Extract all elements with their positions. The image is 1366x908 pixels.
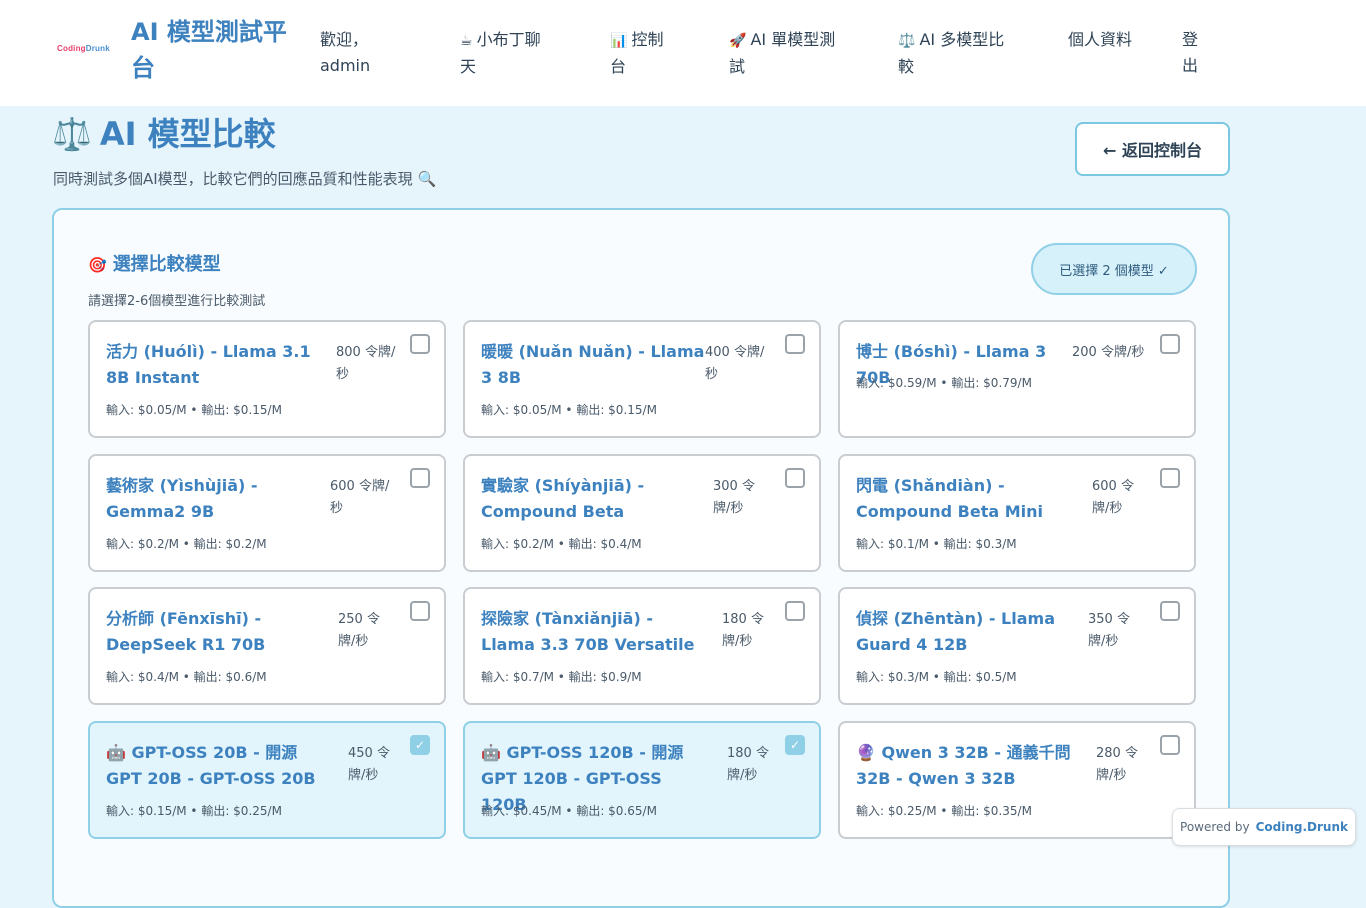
model-price: 輸入: $0.4/M • 輸出: $0.6/M	[106, 670, 267, 684]
powered-by-brand: Coding.Drunk	[1255, 820, 1348, 834]
model-price: 輸入: $0.25/M • 輸出: $0.35/M	[856, 804, 1032, 818]
target-icon: 🎯	[88, 256, 107, 274]
model-name: 探險家 (Tànxiǎnjiā) - Llama 3.3 70B Versati…	[481, 609, 695, 654]
model-price: 輸入: $0.2/M • 輸出: $0.4/M	[481, 537, 642, 551]
checkmark-icon: ✓	[414, 738, 426, 752]
model-speed: 800 令牌/秒	[336, 345, 396, 382]
rocket-icon: 🚀	[729, 33, 747, 49]
model-checkbox-checked[interactable]: ✓	[410, 735, 430, 755]
model-checkbox[interactable]	[1160, 334, 1180, 354]
model-checkbox[interactable]	[785, 334, 805, 354]
model-price: 輸入: $0.1/M • 輸出: $0.3/M	[856, 537, 1017, 551]
nav-chat[interactable]: ☕ 小布丁聊天	[460, 27, 556, 80]
model-name: 偵探 (Zhēntàn) - Llama Guard 4 12B	[856, 609, 1055, 654]
nav-profile[interactable]: 個人資料	[1068, 27, 1136, 53]
model-name: 活力 (Huólì) - Llama 3.1 8B Instant	[106, 342, 311, 387]
model-price: 輸入: $0.7/M • 輸出: $0.9/M	[481, 670, 642, 684]
model-name: 暖暖 (Nuǎn Nuǎn) - Llama 3 8B	[481, 342, 705, 387]
page-title: ⚖️ AI 模型比較	[52, 112, 276, 156]
model-checkbox[interactable]	[785, 468, 805, 488]
checkmark-icon: ✓	[789, 738, 801, 752]
nav-logout[interactable]: 登出	[1182, 27, 1204, 79]
model-name: 分析師 (Fēnxīshī) - DeepSeek R1 70B	[106, 609, 266, 654]
model-card[interactable]: 活力 (Huólì) - Llama 3.1 8B Instant 800 令牌…	[88, 320, 446, 438]
model-checkbox[interactable]	[410, 468, 430, 488]
powered-by-label: Powered by	[1180, 820, 1250, 834]
model-card[interactable]: 閃電 (Shǎndiàn) - Compound Beta Mini 600 令…	[838, 454, 1196, 572]
model-checkbox[interactable]	[1160, 601, 1180, 621]
model-speed: 400 令牌/秒	[705, 345, 765, 382]
model-speed: 180 令牌/秒	[722, 612, 764, 649]
logo[interactable]: CodingDrunk	[57, 44, 110, 53]
nav-single-model[interactable]: 🚀 AI 單模型測試	[729, 27, 847, 80]
chart-icon: 📊	[610, 33, 628, 49]
model-checkbox[interactable]	[1160, 468, 1180, 488]
nav-multi-model[interactable]: ⚖️ AI 多模型比較	[898, 27, 1016, 80]
nav-welcome-label: 歡迎，admin	[320, 30, 371, 75]
model-checkbox[interactable]	[785, 601, 805, 621]
model-card[interactable]: 🤖 GPT-OSS 20B - 開源 GPT 20B - GPT-OSS 20B…	[88, 721, 446, 839]
model-speed: 600 令牌/秒	[1092, 479, 1134, 516]
model-price: 輸入: $0.15/M • 輸出: $0.25/M	[106, 804, 282, 818]
logo-text-drunk: Drunk	[85, 44, 110, 53]
powered-by-badge[interactable]: Powered by Coding.Drunk	[1172, 808, 1356, 846]
model-checkbox[interactable]	[1160, 735, 1180, 755]
model-speed: 280 令牌/秒	[1096, 746, 1138, 783]
model-price: 輸入: $0.2/M • 輸出: $0.2/M	[106, 537, 267, 551]
section-description: 請選擇2-6個模型進行比較測試	[88, 294, 266, 309]
model-card[interactable]: 🔮 Qwen 3 32B - 通義千問 32B - Qwen 3 32B 280…	[838, 721, 1196, 839]
model-name: 🔮 Qwen 3 32B - 通義千問 32B - Qwen 3 32B	[856, 743, 1071, 788]
model-checkbox[interactable]	[410, 601, 430, 621]
nav-welcome: 歡迎，admin	[320, 27, 380, 79]
model-speed: 200 令牌/秒	[1072, 345, 1145, 360]
model-speed: 300 令牌/秒	[713, 479, 755, 516]
selected-count-badge: 已選擇 2 個模型 ✓	[1031, 243, 1197, 295]
model-card[interactable]: 分析師 (Fēnxīshī) - DeepSeek R1 70B 250 令牌/…	[88, 587, 446, 705]
page-title-text: AI 模型比較	[99, 115, 276, 153]
model-name: 實驗家 (Shíyànjiā) - Compound Beta	[481, 476, 645, 521]
model-speed: 180 令牌/秒	[727, 746, 769, 783]
nav-profile-label: 個人資料	[1068, 30, 1133, 49]
model-name: 🤖 GPT-OSS 20B - 開源 GPT 20B - GPT-OSS 20B	[106, 743, 316, 788]
model-price: 輸入: $0.45/M • 輸出: $0.65/M	[481, 804, 657, 818]
model-card[interactable]: 🤖 GPT-OSS 120B - 開源 GPT 120B - GPT-OSS 1…	[463, 721, 821, 839]
coffee-icon: ☕	[460, 33, 473, 49]
model-card[interactable]: 暖暖 (Nuǎn Nuǎn) - Llama 3 8B 400 令牌/秒 輸入:…	[463, 320, 821, 438]
page-subtitle: 同時測試多個AI模型，比較它們的回應品質和性能表現 🔍	[53, 170, 437, 188]
nav-logout-label: 登出	[1182, 30, 1199, 75]
model-checkbox-checked[interactable]: ✓	[785, 735, 805, 755]
model-card[interactable]: 藝術家 (Yìshùjiā) - Gemma2 9B 600 令牌/秒 輸入: …	[88, 454, 446, 572]
brand-title[interactable]: AI 模型測試平台	[131, 14, 301, 86]
model-card[interactable]: 實驗家 (Shíyànjiā) - Compound Beta 300 令牌/秒…	[463, 454, 821, 572]
model-price: 輸入: $0.05/M • 輸出: $0.15/M	[481, 403, 657, 417]
model-card[interactable]: 探險家 (Tànxiǎnjiā) - Llama 3.3 70B Versati…	[463, 587, 821, 705]
model-price: 輸入: $0.59/M • 輸出: $0.79/M	[856, 376, 1032, 390]
model-speed: 350 令牌/秒	[1088, 612, 1130, 649]
model-speed: 450 令牌/秒	[348, 746, 390, 783]
model-price: 輸入: $0.05/M • 輸出: $0.15/M	[106, 403, 282, 417]
top-navbar: CodingDrunk AI 模型測試平台 歡迎，admin ☕ 小布丁聊天 📊 控…	[0, 0, 1366, 106]
model-speed: 250 令牌/秒	[338, 612, 380, 649]
scale-icon: ⚖️	[898, 33, 916, 49]
nav-dashboard[interactable]: 📊 控制台	[610, 27, 674, 80]
logo-text-coding: Coding	[57, 44, 86, 53]
section-title: 🎯 選擇比較模型	[88, 250, 221, 276]
model-card[interactable]: 偵探 (Zhēntàn) - Llama Guard 4 12B 350 令牌/…	[838, 587, 1196, 705]
model-checkbox[interactable]	[410, 334, 430, 354]
section-title-text: 選擇比較模型	[112, 254, 221, 275]
model-selection-panel: 🎯 選擇比較模型 請選擇2-6個模型進行比較測試 已選擇 2 個模型 ✓ 活力 (…	[52, 208, 1230, 908]
model-price: 輸入: $0.3/M • 輸出: $0.5/M	[856, 670, 1017, 684]
model-name: 藝術家 (Yìshùjiā) - Gemma2 9B	[106, 476, 258, 521]
scale-icon: ⚖️	[52, 115, 92, 153]
back-to-dashboard-button[interactable]: ← 返回控制台	[1075, 122, 1230, 176]
model-speed: 600 令牌/秒	[330, 479, 390, 516]
model-name: 閃電 (Shǎndiàn) - Compound Beta Mini	[856, 476, 1043, 521]
model-card[interactable]: 博士 (Bóshì) - Llama 3 70B 200 令牌/秒 輸入: $0…	[838, 320, 1196, 438]
